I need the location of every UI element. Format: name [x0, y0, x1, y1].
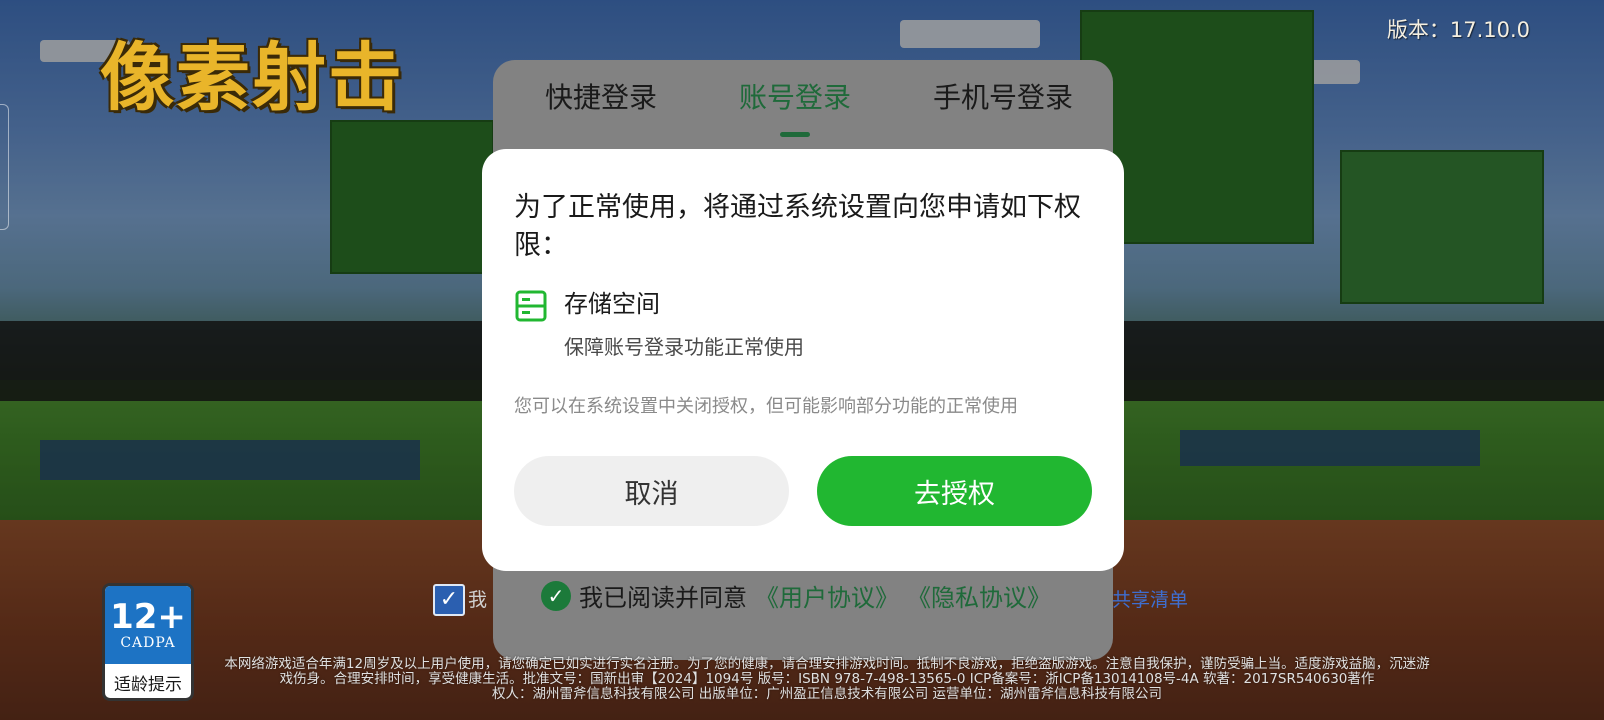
authorize-button[interactable]: 去授权: [817, 456, 1092, 526]
share-list-link[interactable]: 共享清单: [1112, 585, 1188, 612]
storage-icon: [515, 290, 547, 322]
version-label: 版本：17.10.0: [1386, 18, 1530, 42]
age-rating-org: CADPA: [120, 635, 176, 651]
permission-item: 存储空间 保障账号登录功能正常使用: [514, 287, 1092, 360]
tab-account-login[interactable]: 账号登录: [733, 60, 857, 137]
age-rating-number: 12+: [110, 597, 186, 637]
agreement-text: 我已阅读并同意: [579, 584, 747, 612]
permission-name: 存储空间: [564, 290, 660, 318]
background-checkbox-label: 我: [468, 589, 488, 611]
cancel-button[interactable]: 取消: [514, 456, 789, 526]
tab-label: 手机号登录: [932, 81, 1073, 114]
user-agreement-link[interactable]: 《用户协议》: [755, 578, 899, 613]
agreement-row: ✓ 我已阅读并同意 《用户协议》 《隐私协议》: [541, 578, 1051, 613]
background-checkbox[interactable]: ✓: [433, 584, 465, 616]
tab-phone-login[interactable]: 手机号登录: [927, 60, 1079, 117]
tab-label: 账号登录: [738, 81, 851, 114]
game-logo: 像素射击: [100, 35, 404, 121]
tab-quick-login[interactable]: 快捷登录: [539, 60, 663, 117]
active-tab-indicator: [779, 132, 810, 137]
footer-notice: 本网络游戏适合年满12周岁及以上用户使用，请您确定已如实进行实名注册。为了您的健…: [218, 657, 1436, 702]
privacy-agreement-link[interactable]: 《隐私协议》: [907, 578, 1051, 613]
permission-description: 保障账号登录功能正常使用: [564, 335, 804, 359]
dialog-buttons: 取消 去授权: [514, 456, 1092, 526]
tab-label: 快捷登录: [545, 81, 658, 114]
age-rating-top: 12+ CADPA: [105, 586, 191, 664]
footer-line-2: 权人：湖州雷斧信息科技有限公司 出版单位：广州盈正信息技术有限公司 运营单位：湖…: [491, 686, 1163, 702]
permission-dialog: 为了正常使用，将通过系统设置向您申请如下权限： 存储空间 保障账号登录功能正常使…: [482, 149, 1124, 571]
side-drawer-handle[interactable]: [0, 104, 9, 230]
age-rating-badge[interactable]: 12+ CADPA 适龄提示: [102, 583, 194, 701]
age-rating-label: 适龄提示: [114, 675, 182, 695]
footer-line-1: 本网络游戏适合年满12周岁及以上用户使用，请您确定已如实进行实名注册。为了您的健…: [224, 656, 1430, 687]
dialog-title: 为了正常使用，将通过系统设置向您申请如下权限：: [514, 192, 1081, 261]
checkmark-icon[interactable]: ✓: [541, 580, 571, 611]
dialog-note: 您可以在系统设置中关闭授权，但可能影响部分功能的正常使用: [514, 396, 1018, 417]
login-tabs: 快捷登录 账号登录 手机号登录: [493, 60, 1113, 148]
